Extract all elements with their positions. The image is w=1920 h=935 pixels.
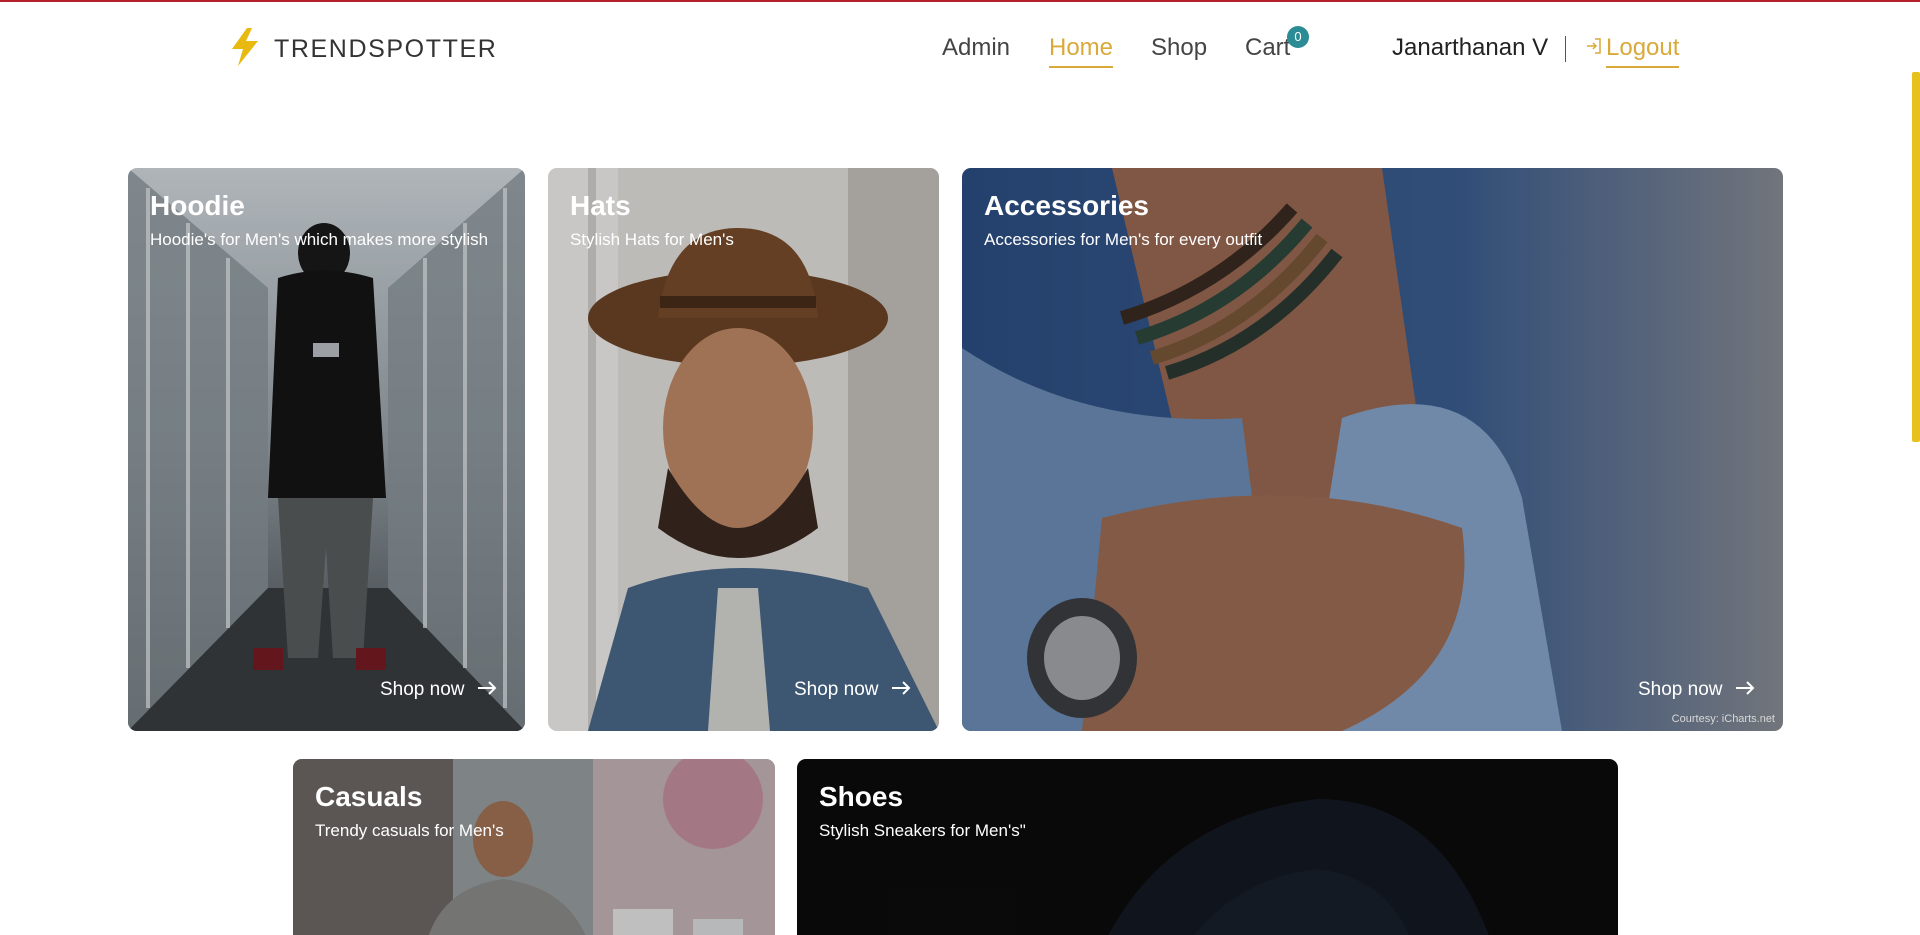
category-card-casuals[interactable]: Casuals Trendy casuals for Men's [293, 759, 775, 935]
shop-now-label: Shop now [1638, 679, 1723, 700]
nav-shop[interactable]: Shop [1151, 34, 1207, 62]
arrow-right-icon [465, 679, 497, 701]
card-title: Hats [570, 190, 631, 221]
card-subtitle: Hoodie's for Men's which makes more styl… [150, 230, 489, 249]
card-subtitle: Accessories for Men's for every outfit [984, 230, 1263, 249]
nav-admin[interactable]: Admin [942, 34, 1010, 62]
card-subtitle: Trendy casuals for Men's [315, 821, 504, 840]
shop-now-link[interactable]: Shop now [794, 679, 911, 701]
category-card-shoes[interactable]: Shoes Stylish Sneakers for Men's" [797, 759, 1618, 935]
logout-label: Logout [1606, 34, 1680, 68]
card-title: Shoes [819, 781, 904, 812]
arrow-right-icon [879, 679, 911, 701]
card-title: Accessories [984, 190, 1150, 221]
login-arrow-icon [1585, 37, 1606, 60]
brand-name: TRENDSPOTTER [274, 35, 498, 63]
card-title: Casuals [315, 781, 423, 812]
header-divider [1565, 36, 1566, 62]
category-card-hoodie[interactable]: Hoodie Hoodie's for Men's which makes mo… [128, 168, 525, 731]
shop-now-link[interactable]: Shop now [1638, 679, 1755, 701]
nav-home[interactable]: Home [1049, 34, 1114, 68]
category-card-accessories[interactable]: Accessories Accessories for Men's for ev… [962, 168, 1783, 731]
logout-button[interactable]: Logout [1585, 34, 1680, 68]
arrow-right-icon [1723, 679, 1755, 701]
scrollbar-thumb[interactable] [1912, 72, 1920, 442]
image-credit: Courtesy: iCharts.net [1671, 713, 1775, 725]
card-subtitle: Stylish Hats for Men's [570, 230, 734, 249]
brand-logo[interactable]: TRENDSPOTTER [230, 28, 497, 71]
nav-cart[interactable]: Cart [1245, 34, 1290, 62]
category-card-hats[interactable]: Hats Stylish Hats for Men's Shop now [548, 168, 939, 731]
shop-now-label: Shop now [380, 679, 465, 700]
card-overlay [128, 168, 525, 731]
card-title: Hoodie [150, 190, 245, 221]
cart-count-badge: 0 [1287, 26, 1309, 48]
shop-now-link[interactable]: Shop now [380, 679, 497, 701]
shop-now-label: Shop now [794, 679, 879, 700]
top-navbar: TRENDSPOTTER Admin Home Shop Cart 0 Jana… [0, 2, 1920, 92]
lightning-bolt-icon [230, 28, 260, 71]
card-overlay [548, 168, 939, 731]
card-overlay [797, 759, 1618, 935]
user-name: Janarthanan V [1392, 34, 1549, 61]
card-overlay [962, 168, 1783, 731]
card-subtitle: Stylish Sneakers for Men's" [819, 821, 1026, 840]
